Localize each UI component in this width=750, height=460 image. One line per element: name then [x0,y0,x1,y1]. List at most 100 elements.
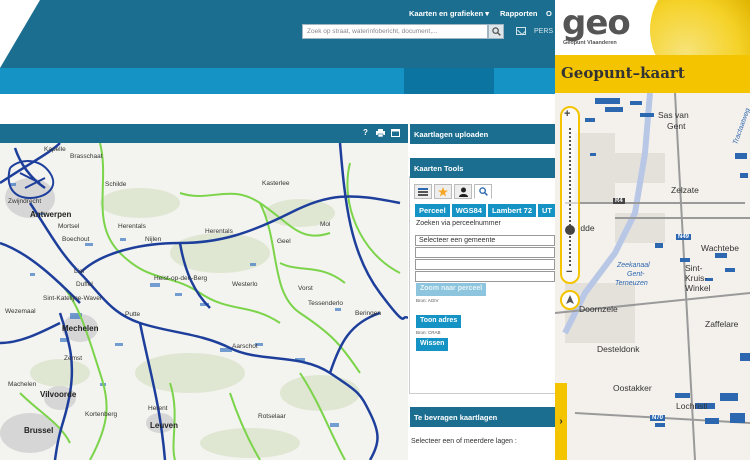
person-icon[interactable] [454,184,472,199]
map-label: Zwijndrecht [8,198,42,205]
road-shield: N70 [650,415,666,421]
map-label: Wezemaal [5,308,36,315]
user-menu-label[interactable]: PERS [534,28,553,35]
place-label: Idde [578,223,595,233]
place-label: Sint- [685,263,703,273]
tab-perceel[interactable]: Perceel [415,204,450,217]
show-address-button[interactable]: Toon adres [416,315,462,328]
map-label: Boechout [62,236,90,243]
map-toolbar: ? [0,124,408,143]
geopunt-logo-subtitle: Geopunt Vlaanderen [563,40,617,46]
nav-item-rapporten[interactable]: Rapporten [500,9,538,18]
geopunt-map-drawing [555,92,750,460]
map-label: Aarschot [232,343,258,350]
place-label: Gent [667,121,686,131]
source-agiv-label: Bron: AGIV [416,298,439,303]
search-button[interactable] [488,24,504,39]
search-icon [491,27,501,36]
map-label: Vorst [298,285,313,292]
map-label: Rotselaar [258,413,286,420]
map-label: Tessenderlo [308,300,344,307]
water-label: Gent- [627,271,645,278]
locate-button[interactable] [560,290,580,310]
place-label: Lochristi [676,401,708,411]
map-label: Herentals [118,223,146,230]
map-label: Nijlen [145,236,162,243]
help-button[interactable]: ? [361,128,370,137]
map-label: Mol [320,221,331,228]
star-icon[interactable] [434,184,452,199]
place-label: Desteldonk [597,344,640,354]
mail-icon[interactable] [516,27,526,35]
map-label: Putte [125,311,141,318]
place-label: Zaffelare [705,319,739,329]
road-shield: N49 [676,234,692,240]
locate-icon [566,295,574,304]
map-label: Zemst [64,355,83,362]
source-crab-label: Bron: CRAB [416,330,441,335]
map-label: Vilvoorde [40,390,77,399]
map-label: Kasterlee [262,180,290,187]
print-icon[interactable] [376,128,385,137]
clear-button[interactable]: Wissen [416,338,449,351]
map-label: Westerlo [232,281,258,288]
nav-item-kaarten[interactable]: Kaarten en grafieken ▾ [409,9,489,18]
parcel-search-label: Zoeken via perceelnummer [416,220,501,227]
map-label: Brussel [24,426,54,435]
place-label: Sas van [658,110,689,120]
geopunt-title: Geopunt–kaart [561,64,685,82]
place-label: Wachtebe [701,243,739,253]
map-label: Lier [74,268,85,275]
map-label: Brasschaat [70,153,103,160]
tools-icon-tabs [414,184,492,199]
map-label: Herentals [205,228,233,235]
map-tools-header[interactable]: Kaarten Tools [410,158,555,178]
search-input[interactable]: Zoek op straat, waterinfobericht, docume… [302,24,488,39]
parcel-number-field[interactable] [415,271,555,282]
geopunt-map[interactable]: Sas van Gent Zelzate Wachtebe Sint- Krui… [555,92,750,460]
tab-lambert72[interactable]: Lambert 72 [487,204,536,217]
tab-wgs84[interactable]: WGS84 [451,204,486,217]
place-label: Doornzele [579,304,618,314]
map-label: Kapelle [44,146,66,153]
map-label: Leuven [150,421,179,430]
map-label: Mechelen [62,324,99,333]
place-label: Oostakker [613,383,652,393]
map-label: Geel [277,238,291,245]
geopunt-logo: geo [562,3,631,43]
geopunt-title-bar: Geopunt–kaart [555,55,750,93]
place-label: Winkel [685,283,711,293]
map-label: Schilde [105,181,127,188]
projection-tabs: Perceel WGS84 Lambert 72 UT [415,204,556,217]
chevron-right-icon: › [559,416,563,427]
zoom-in-button[interactable]: + [564,108,570,120]
expand-panel-button[interactable]: › [555,383,567,460]
window-icon[interactable] [391,128,400,137]
nav-item-more[interactable]: O [546,9,552,18]
map-label: Antwerpen [30,210,72,219]
tab-utm[interactable]: UT [538,204,556,217]
zoom-out-button[interactable]: − [566,266,572,278]
map-label: Mortsel [58,223,80,230]
map-label: Herent [148,405,168,412]
nav-active-highlight [404,68,494,94]
zoom-slider-track[interactable] [569,128,571,268]
map-label: Beringen [355,310,382,317]
map-label: Sint-Katelijne-Waver [43,295,103,302]
road-shield: R4 [613,198,625,204]
zoom-slider-handle[interactable] [565,225,575,235]
municipality-select[interactable]: Selecteer een gemeente [415,235,555,246]
water-label: Terneuzen [615,280,648,287]
map-label: Duffel [76,281,93,288]
water-label: Zeekanaal [617,262,650,269]
section-field[interactable] [415,247,555,258]
place-label: Kruis- [685,273,708,283]
list-icon[interactable] [414,184,432,199]
zoom-to-parcel-button[interactable]: Zoom naar perceel [416,283,487,296]
map-canvas[interactable]: Kapelle Brasschaat Schilde Zwijndrecht A… [0,143,408,460]
header-logo-wedge [0,0,40,68]
parcel-field[interactable] [415,259,555,270]
query-layers-header[interactable]: Te bevragen kaartlagen [410,407,555,427]
upload-layers-header[interactable]: Kaartlagen uploaden [410,124,555,144]
search-icon[interactable] [474,184,492,199]
